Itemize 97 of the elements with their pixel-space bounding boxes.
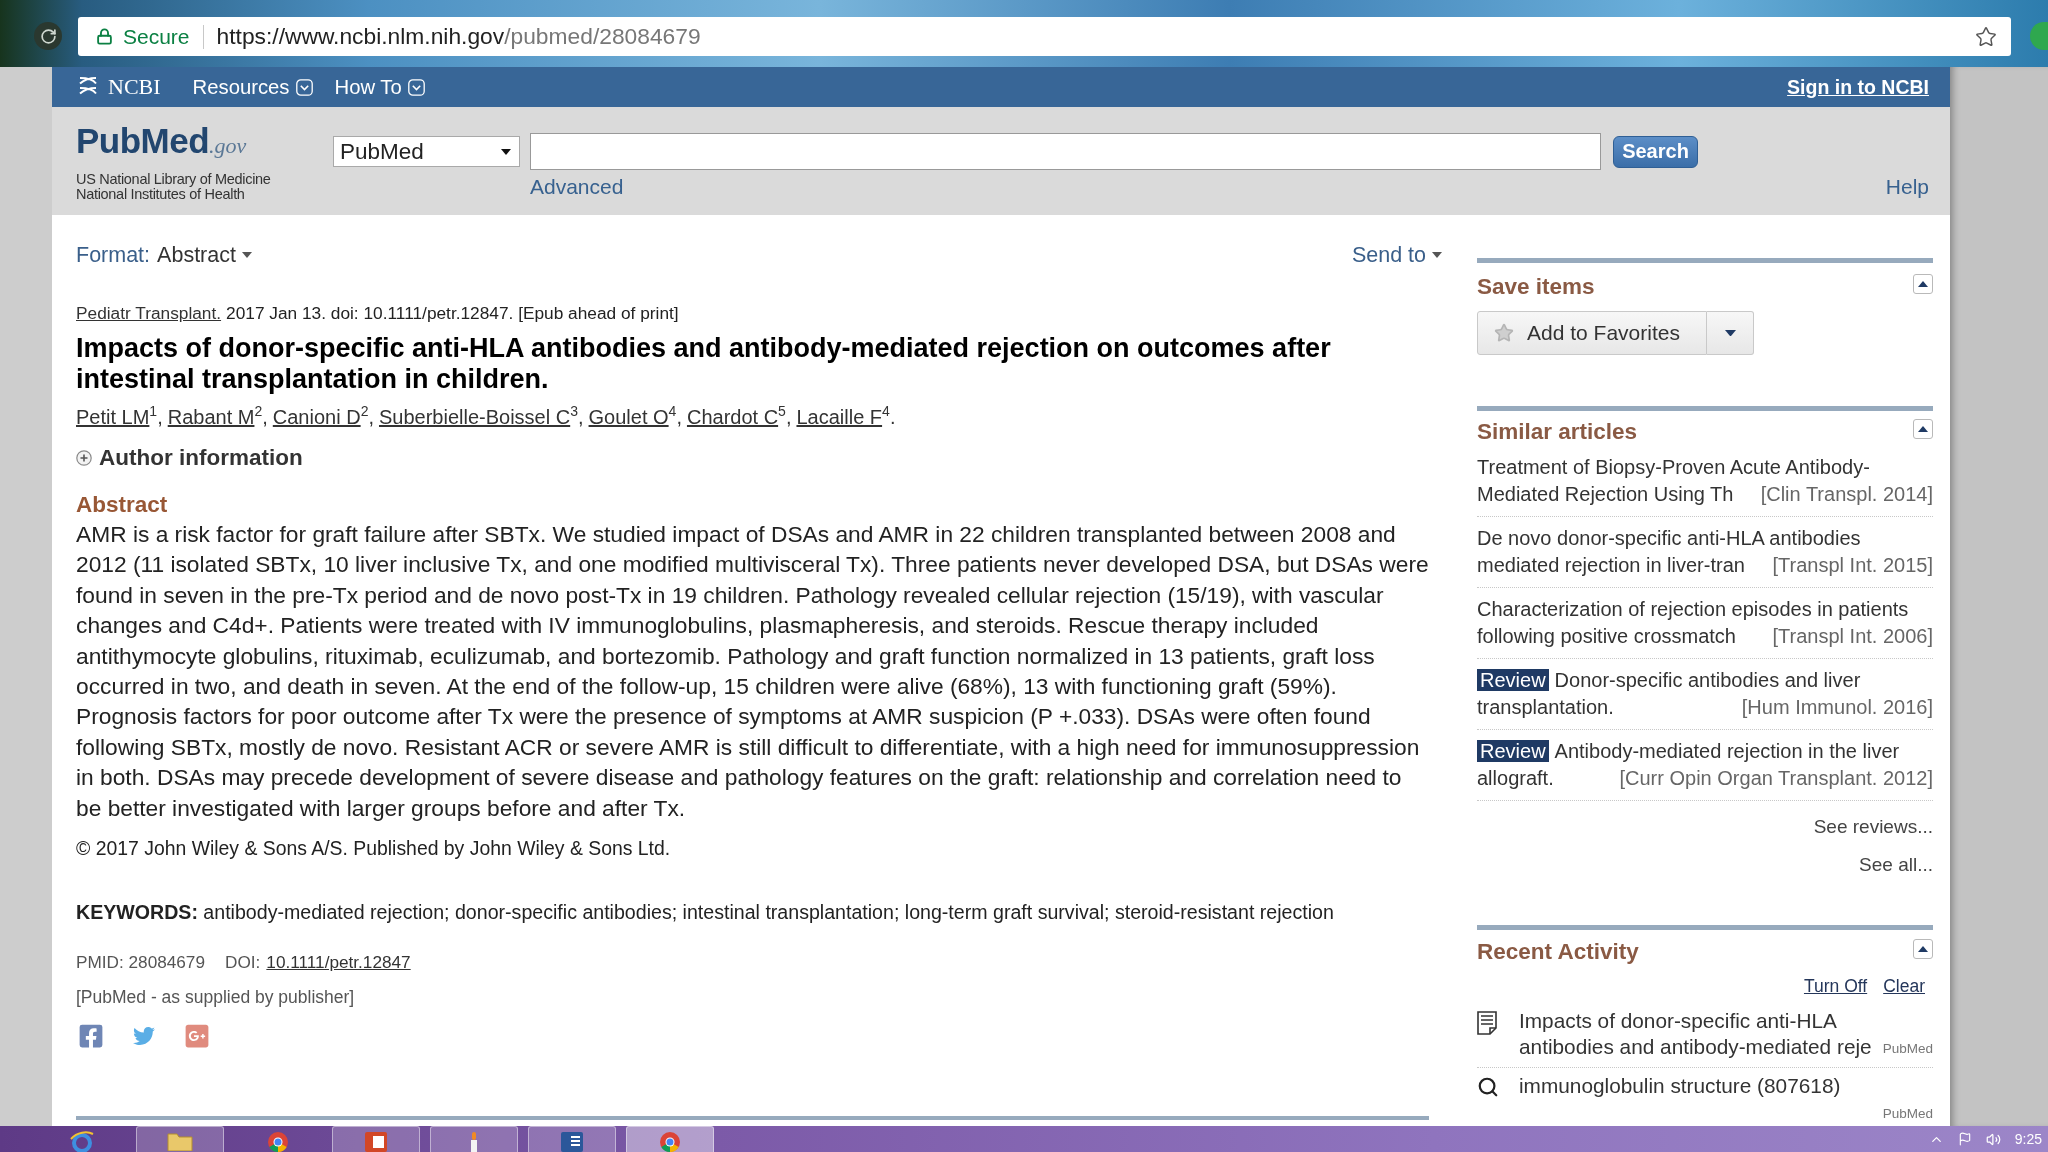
abstract-heading: Abstract [76, 493, 169, 517]
google-plus-icon[interactable] [184, 1023, 210, 1050]
candle-icon [468, 1131, 480, 1152]
article-title: Impacts of donor-specific anti-HLA antibodies and antibody-mediated rejection on outcomes after intestinal transplantation in children. [76, 333, 1332, 395]
chevron-down-icon [295, 78, 313, 96]
recent-item-link[interactable]: immunoglobulin structure (807618) PubMed [1519, 1073, 1933, 1125]
author-link[interactable]: Suberbielle-Boissel C [379, 406, 571, 428]
taskbar-button[interactable] [136, 1126, 224, 1152]
browser-icon [267, 1131, 289, 1152]
caret-up-icon [1918, 426, 1928, 432]
recent-item-link[interactable]: Impacts of donor-specific anti-HLA antibodies and antibody-mediated reje PubMed [1519, 1008, 1933, 1060]
taskbar-button[interactable] [332, 1126, 420, 1152]
see-more-link[interactable]: See reviews... [1813, 815, 1933, 839]
review-badge: Review [1477, 669, 1549, 691]
affiliation-number: $^{3}$, [570, 406, 584, 428]
author-link[interactable]: Chardot C [686, 406, 779, 428]
facebook-icon[interactable] [78, 1023, 104, 1050]
help-link[interactable]: Help [1885, 176, 1929, 198]
affiliation-number: $^{5}$, [778, 406, 792, 428]
star-icon [1494, 323, 1514, 343]
search-button[interactable]: Search [1613, 135, 1698, 168]
affiliation-number: $^{2}$, [254, 406, 268, 428]
url-text: https://www.ncbi.nlm.nih.gov/pubmed/28084679 [216, 23, 701, 50]
caret-up-icon [1918, 946, 1928, 952]
reload-icon[interactable] [34, 22, 62, 50]
section-heading: Save items [1477, 275, 1595, 299]
author-link[interactable]: Petit LM [76, 406, 150, 428]
caret-down-icon [1724, 329, 1736, 337]
similar-article-link[interactable]: Characterization of rejection episodes in patients following positive crossmatch [Transpl Int. 2006] [1477, 588, 1933, 659]
sign-in-link[interactable]: Sign in to NCBI [1787, 75, 1929, 99]
plus-circle-icon[interactable] [76, 450, 92, 466]
doi-link[interactable]: 10.1111/petr.12847 [266, 952, 411, 973]
caret-down-icon [241, 252, 252, 258]
caret-down-icon [1432, 252, 1442, 258]
see-more-link[interactable]: See all... [1859, 853, 1933, 877]
format-dropdown[interactable]: Abstract [157, 242, 252, 268]
ncbi-logo[interactable]: NCBI [76, 74, 161, 100]
status-text: [PubMed - as supplied by publisher] [76, 987, 356, 1008]
taskbar-button[interactable] [430, 1126, 518, 1152]
add-to-favorites-button[interactable]: Add to Favorites [1477, 311, 1707, 355]
activity-action-link[interactable]: Turn Off [1803, 975, 1868, 997]
secure-label: Secure [123, 24, 190, 49]
collapse-button[interactable] [1913, 274, 1933, 294]
folder-icon [167, 1131, 193, 1151]
lock-icon [96, 28, 113, 45]
caret-up-icon [1918, 281, 1928, 287]
pubmed-logo[interactable]: PubMed.gov [76, 121, 333, 166]
affiliation-number: $^{1}$, [149, 406, 163, 428]
tagline-text: US National Library of Medicine [76, 172, 272, 187]
search-icon [1477, 1076, 1499, 1098]
speaker-icon[interactable] [1985, 1131, 2001, 1147]
author-link[interactable]: Canioni D [272, 406, 361, 428]
activity-action-link[interactable]: Clear [1883, 975, 1925, 997]
twitter-icon[interactable] [133, 1025, 155, 1048]
document-icon [1477, 1011, 1497, 1035]
collapse-button[interactable] [1913, 939, 1933, 959]
star-icon[interactable] [1975, 25, 1997, 48]
keywords-text: KEYWORDS: antibody-mediated rejection; donor-specific antibodies; intestinal transplantation; long-term graft survival; steroid-resistant rejection [76, 900, 1335, 925]
database-select[interactable]: PubMed [333, 136, 520, 167]
advanced-link[interactable]: Advanced [530, 176, 624, 198]
doi-label: DOI: [225, 952, 261, 973]
affiliation-number: $^{2}$, [360, 406, 374, 428]
citation-text: 2017 Jan 13. doi: 10.1111/petr.12847. [Epub ahead of print] [226, 303, 679, 323]
taskbar-button[interactable] [528, 1126, 616, 1152]
affiliation-number: $^{4}$. [882, 406, 896, 428]
document-app-icon [560, 1131, 584, 1152]
review-badge: Review [1477, 740, 1549, 762]
similar-article-link[interactable]: Treatment of Biopsy-Proven Acute Antibody-Mediated Rejection Using Th [Clin Transpl. 2014] [1477, 446, 1933, 517]
author-information-toggle[interactable]: Author information [99, 445, 303, 471]
collapse-button[interactable] [1913, 419, 1933, 439]
affiliation-number: $^{4}$, [668, 406, 682, 428]
format-label: Format: [76, 242, 151, 268]
send-to-dropdown[interactable]: Send to [1351, 242, 1442, 268]
similar-article-link[interactable]: De novo donor-specific anti-HLA antibodies mediated rejection in liver-tran [Transpl Int. 2015] [1477, 517, 1933, 588]
author-link[interactable]: Rabant M [167, 406, 255, 428]
similar-article-link[interactable]: Review Antibody-mediated rejection in the liver allograft. [Curr Opin Organ Transplant. 2012] [1477, 730, 1933, 801]
nav-menu-button[interactable]: Resources [192, 75, 313, 99]
search-field[interactable] [530, 133, 1601, 170]
author-link[interactable]: Goulet O [588, 406, 669, 428]
abstract-text: AMR is a risk factor for graft failure after SBTx. We studied impact of DSAs and AMR in 22 children transplanted between 2008 and 2012 (11 isolated SBTx, 10 liver inclusive Tx, and one modified multivisceral Tx). Three patients never developed DSA, but DSAs were found in seven in the pre-Tx period and de novo post-Tx in 19 children. Pathology revealed cellular rejection (15/19), with vascular changes and C4d+. Patients were treated with IV immunoglobulins, plasmapheresis, and steroids. Rescue therapy included antithymocyte globulins, rituximab, eculizumab, and bortezomib. Pathology and graft function normalized in 13 patients, graft loss occurred in two, and death in seven. At the end of the follow-up, 15 children were alive (68%), 13 with functioning graft (59%). Prognosis factors for poor outcome after Tx were the presence of symptoms at AMR suspicion (P +.033). DSAs were often found following SBTx, mostly de novo. Resistant ACR or severe AMR is still difficult to differentiate, with a high need for immunosuppression in both. DSAs may precede development of severe disease and pathology features on the graft: relationship and correlation need to be better investigated with larger groups before and after Tx. [76, 520, 1429, 823]
tagline-text: National Institutes of Health [76, 187, 246, 202]
similar-article-link[interactable]: Review Donor-specific antibodies and liver transplantation. [Hum Immunol. 2016] [1477, 659, 1933, 730]
slides-icon [364, 1131, 388, 1152]
nav-menu-button[interactable]: How To [334, 75, 425, 99]
flag-icon[interactable] [1957, 1132, 1972, 1146]
author-link[interactable]: Lacaille F [796, 406, 883, 428]
chevron-down-icon [407, 78, 425, 96]
clock-text: 9:25 [2014, 1131, 2042, 1147]
journal-link[interactable]: Pediatr Transplant. [76, 303, 222, 323]
copyright-text: © 2017 John Wiley & Sons A/S. Published by John Wiley & Sons Ltd. [76, 837, 672, 860]
pmid-text: PMID: 28084679 [76, 952, 205, 973]
caret-down-icon [501, 148, 511, 155]
section-heading: Similar articles [1477, 420, 1638, 444]
browser-icon [659, 1131, 681, 1152]
ring-icon [69, 1131, 95, 1152]
address-bar[interactable]: Secure https://www.ncbi.nlm.nih.gov/pubmed/28084679 [78, 17, 2011, 56]
section-heading: Recent Activity [1477, 940, 1639, 964]
